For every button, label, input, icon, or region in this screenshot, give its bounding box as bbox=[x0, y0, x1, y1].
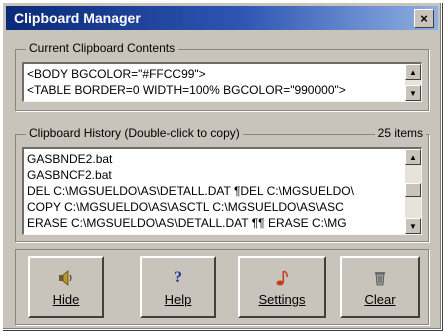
scroll-up-button[interactable]: ▲ bbox=[405, 64, 421, 80]
settings-label: Settings bbox=[258, 291, 306, 307]
arrow-down-icon: ▼ bbox=[409, 88, 417, 98]
history-count: 25 items bbox=[374, 126, 426, 140]
current-line: <BODY BGCOLOR="#FFCC99"> bbox=[27, 67, 206, 81]
clipboard-manager-window: Clipboard Manager × Current Clipboard Co… bbox=[2, 2, 442, 330]
arrow-up-icon: ▲ bbox=[409, 152, 417, 162]
trash-can-icon bbox=[370, 268, 390, 288]
scroll-down-button[interactable]: ▼ bbox=[405, 218, 421, 234]
close-button[interactable]: × bbox=[414, 9, 434, 28]
current-line: <TABLE BORDER=0 WIDTH=100% BGCOLOR="9900… bbox=[27, 83, 346, 97]
history-item[interactable]: DEL C:\MGSUELDO\AS\DETALL.DAT ¶DEL C:\MG… bbox=[24, 183, 405, 199]
scroll-thumb[interactable] bbox=[405, 183, 421, 197]
arrow-up-icon: ▲ bbox=[409, 67, 417, 77]
scroll-down-button[interactable]: ▼ bbox=[405, 85, 421, 101]
help-label: Help bbox=[164, 291, 192, 307]
current-clipboard-group: Current Clipboard Contents <BODY BGCOLOR… bbox=[15, 41, 429, 111]
current-scrollbar[interactable]: ▲ ▼ bbox=[405, 64, 421, 101]
clear-label: Clear bbox=[364, 291, 396, 307]
history-item[interactable]: GASBNCF2.bat bbox=[24, 167, 405, 183]
arrow-down-icon: ▼ bbox=[409, 221, 417, 231]
close-icon: × bbox=[420, 11, 428, 26]
window-title: Clipboard Manager bbox=[14, 10, 141, 26]
current-clipboard-label: Current Clipboard Contents bbox=[26, 41, 179, 55]
history-item[interactable]: ERASE C:\MGSUELDO\AS\DETALL.DAT ¶¶ ERASE… bbox=[24, 215, 405, 231]
clipboard-history-group: Clipboard History (Double-click to copy)… bbox=[15, 126, 429, 242]
title-bar[interactable]: Clipboard Manager × bbox=[6, 6, 438, 30]
clear-button[interactable]: Clear bbox=[340, 256, 420, 318]
settings-button[interactable]: Settings bbox=[238, 256, 326, 318]
speaker-icon bbox=[56, 268, 76, 288]
history-item[interactable]: GASBNDE2.bat bbox=[24, 151, 405, 167]
current-clipboard-textbox[interactable]: <BODY BGCOLOR="#FFCC99"> <TABLE BORDER=0… bbox=[22, 62, 422, 102]
history-label: Clipboard History (Double-click to copy) bbox=[26, 126, 243, 140]
history-item[interactable]: COPY C:\MGSUELDO\AS\ASCTL C:\MGSUELDO\AS… bbox=[24, 199, 405, 215]
help-button[interactable]: ? Help bbox=[140, 256, 216, 318]
question-icon: ? bbox=[174, 268, 182, 286]
scroll-up-button[interactable]: ▲ bbox=[405, 149, 421, 165]
hide-label: Hide bbox=[52, 291, 80, 307]
hide-button[interactable]: Hide bbox=[28, 256, 104, 318]
history-scrollbar[interactable]: ▲ ▼ bbox=[405, 149, 421, 234]
music-note-icon bbox=[272, 268, 292, 288]
history-list[interactable]: GASBNDE2.bat GASBNCF2.bat DEL C:\MGSUELD… bbox=[22, 147, 422, 235]
